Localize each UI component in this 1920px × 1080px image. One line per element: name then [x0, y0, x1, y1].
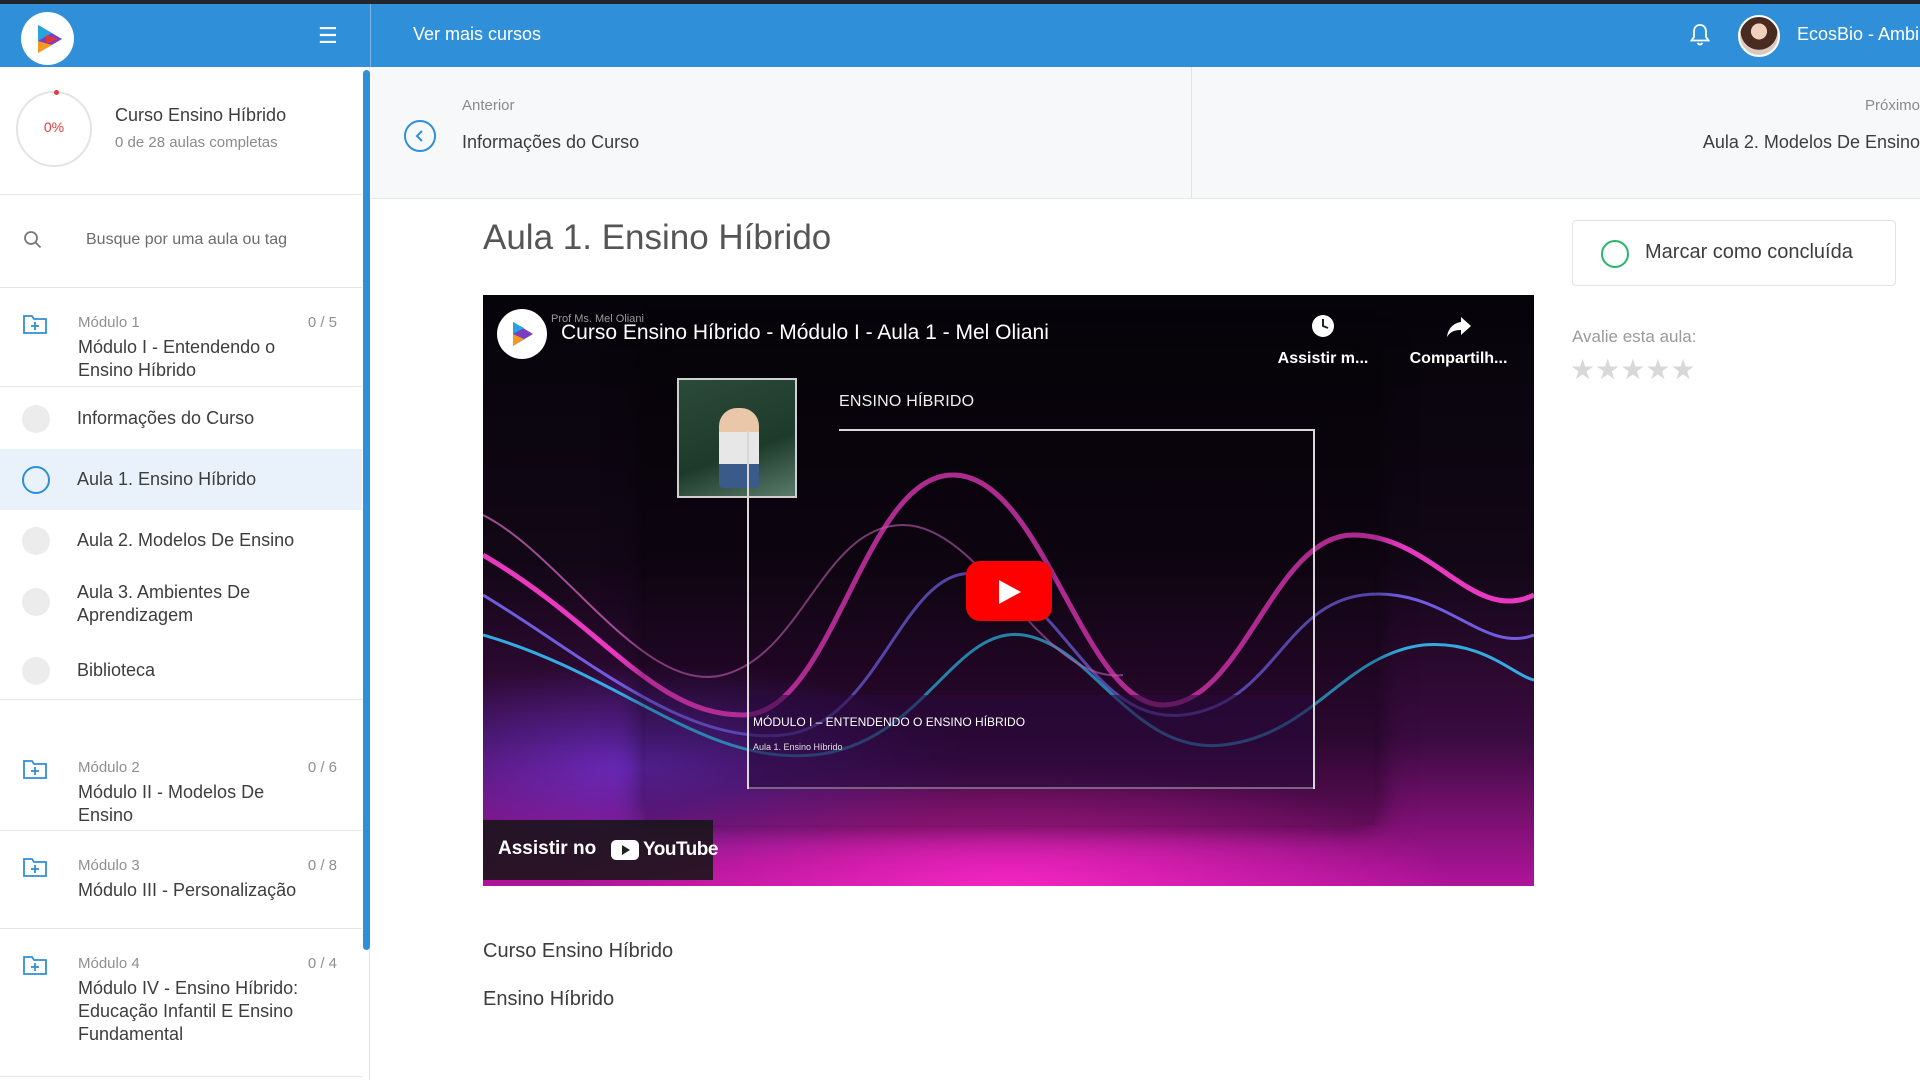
- user-avatar[interactable]: [1738, 15, 1780, 57]
- course-progress: 0% Curso Ensino Híbrido 0 de 28 aulas co…: [0, 67, 362, 195]
- chevron-left-icon[interactable]: [404, 120, 436, 152]
- sidebar-scrollbar[interactable]: [363, 70, 370, 950]
- watch-on-youtube-button[interactable]: Assistir no YouTube: [483, 820, 718, 880]
- video-title[interactable]: Curso Ensino Híbrido - Módulo I - Aula 1…: [561, 321, 1049, 345]
- module-count: 0 / 8: [307, 857, 337, 874]
- lesson-item-aula-2[interactable]: Aula 2. Modelos De Ensino: [0, 510, 362, 571]
- mark-complete-label: Marcar como concluída: [1645, 241, 1853, 263]
- mark-complete-button[interactable]: Marcar como concluída: [1572, 220, 1896, 286]
- prev-title: Informações do Curso: [462, 132, 640, 152]
- lesson-item-aula-1[interactable]: Aula 1. Ensino Híbrido: [0, 449, 362, 510]
- module-item[interactable]: Módulo 2 0 / 6 Módulo II - Modelos De En…: [0, 733, 362, 831]
- lesson-item-biblioteca[interactable]: Biblioteca: [0, 642, 362, 700]
- course-sidebar: 0% Curso Ensino Híbrido 0 de 28 aulas co…: [0, 67, 370, 1080]
- star-icon[interactable]: ★: [1670, 354, 1695, 386]
- folder-plus-icon: [23, 858, 47, 877]
- youtube-brand: YouTube: [643, 839, 718, 860]
- lesson-title: Aula 2. Modelos De Ensino: [77, 530, 295, 550]
- play-icon: [999, 580, 1021, 604]
- module-label: Módulo 2: [78, 759, 140, 776]
- search-icon: [24, 231, 42, 249]
- module-item[interactable]: Módulo 1 0 / 5 Módulo I - Entendendo o E…: [0, 288, 362, 387]
- bell-icon[interactable]: [1688, 22, 1712, 48]
- lesson-title: Biblioteca: [77, 660, 156, 680]
- watch-later-button[interactable]: Assistir m...: [1273, 313, 1373, 368]
- prev-lesson-link[interactable]: Anterior Informações do Curso: [371, 67, 1191, 199]
- module-count: 0 / 4: [307, 955, 337, 972]
- check-circle-icon: [1601, 240, 1629, 268]
- progress-percent: 0%: [43, 119, 65, 135]
- next-lesson-link[interactable]: Próximo Aula 2. Modelos De Ensino: [1192, 67, 1920, 199]
- folder-plus-icon: [23, 956, 47, 975]
- top-navbar: ☰ Ver mais cursos EcosBio - Ambi: [0, 4, 1920, 67]
- lesson-status-icon: [22, 466, 50, 494]
- user-name[interactable]: EcosBio - Ambi: [1797, 24, 1919, 45]
- more-courses-link[interactable]: Ver mais cursos: [413, 24, 541, 45]
- module-title: Módulo III - Personalização: [78, 880, 297, 900]
- module-count: 0 / 5: [307, 314, 337, 331]
- star-icon[interactable]: ★: [1570, 354, 1595, 386]
- lesson-description: Ensino Híbrido: [483, 988, 615, 1010]
- lesson-title: Aula 3. Ambientes De Aprendizagem: [77, 582, 251, 625]
- module-label: Módulo 4: [78, 955, 140, 972]
- clock-icon: [1312, 315, 1334, 337]
- slide-caption-sub: Aula 1. Ensino Híbrido: [753, 742, 843, 752]
- star-icon[interactable]: ★: [1620, 354, 1645, 386]
- slide-heading: ENSINO HÍBRIDO: [839, 393, 975, 410]
- lesson-status-icon: [22, 405, 50, 433]
- youtube-play-icon: [611, 840, 639, 860]
- search-input[interactable]: [84, 226, 344, 254]
- course-title: Curso Ensino Híbrido: [115, 105, 287, 125]
- course-completion: 0 de 28 aulas completas: [115, 134, 278, 151]
- watch-on-label: Assistir no: [498, 838, 597, 859]
- share-button[interactable]: Compartilh...: [1401, 313, 1516, 368]
- lesson-status-icon: [22, 588, 50, 616]
- progress-ring: 0%: [16, 90, 92, 167]
- progress-indicator: [54, 90, 59, 95]
- lesson-course-name: Curso Ensino Híbrido: [483, 940, 674, 962]
- video-player[interactable]: ENSINO HÍBRIDO MÓDULO I – ENTENDENDO O E…: [483, 295, 1534, 886]
- module-item[interactable]: Módulo 4 0 / 4 Módulo IV - Ensino Híbrid…: [0, 929, 362, 1077]
- folder-plus-icon: [23, 760, 47, 779]
- next-title: Aula 2. Modelos De Ensino: [1702, 132, 1920, 152]
- module-title: Módulo I - Entendendo o Ensino Híbrido: [78, 337, 276, 380]
- module-label: Módulo 3: [78, 857, 140, 874]
- prev-label: Anterior: [462, 97, 515, 114]
- play-button[interactable]: [966, 561, 1052, 621]
- lesson-status-icon: [22, 657, 50, 685]
- topbar-divider: [370, 4, 371, 67]
- rating-label: Avalie esta aula:: [1572, 327, 1697, 346]
- lesson-item-aula-3[interactable]: Aula 3. Ambientes De Aprendizagem: [0, 571, 362, 643]
- lesson-search: [0, 196, 362, 288]
- slide-caption-title: MÓDULO I – ENTENDENDO O ENSINO HÍBRIDO: [753, 715, 1026, 729]
- module-title: Módulo II - Modelos De Ensino: [78, 782, 265, 825]
- lesson-title: Aula 1. Ensino Híbrido: [77, 469, 257, 489]
- module-label: Módulo 1: [78, 314, 140, 331]
- page-title: Aula 1. Ensino Híbrido: [483, 218, 832, 257]
- star-icon[interactable]: ★: [1645, 354, 1670, 386]
- next-label: Próximo: [1864, 97, 1920, 114]
- module-count: 0 / 6: [307, 759, 337, 776]
- lesson-status-icon: [22, 527, 50, 555]
- play-logo-icon: [37, 24, 62, 53]
- module-title: Módulo IV - Ensino Híbrido: Educação Inf…: [78, 978, 299, 1044]
- menu-toggle-icon[interactable]: ☰: [318, 25, 340, 47]
- share-arrow-icon: [1446, 317, 1471, 337]
- star-icon[interactable]: ★: [1595, 354, 1620, 386]
- channel-avatar[interactable]: [497, 309, 547, 359]
- lesson-navigation: Anterior Informações do Curso Próximo Au…: [371, 67, 1920, 199]
- app-logo[interactable]: [21, 12, 74, 65]
- lesson-item-info[interactable]: Informações do Curso: [0, 388, 362, 449]
- rating-stars: ★★★★★: [1570, 354, 1696, 386]
- watch-later-label: Assistir m...: [1277, 350, 1369, 367]
- folder-plus-icon: [23, 315, 47, 334]
- module-item[interactable]: Módulo 3 0 / 8 Módulo III - Personalizaç…: [0, 831, 362, 929]
- lesson-title: Informações do Curso: [77, 408, 255, 428]
- share-label: Compartilh...: [1409, 350, 1508, 367]
